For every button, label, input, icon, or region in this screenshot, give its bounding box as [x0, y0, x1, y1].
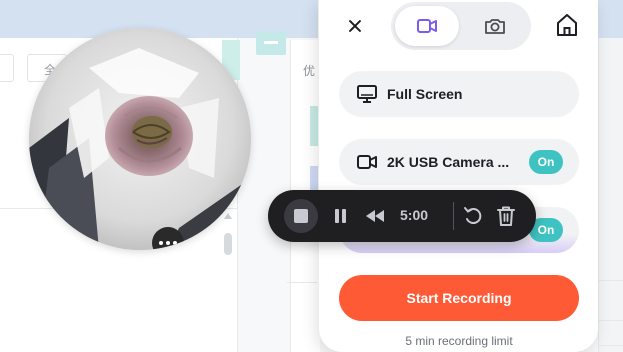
recording-limit-note: 5 min recording limit — [405, 334, 513, 348]
stop-icon — [294, 209, 308, 223]
recorder-panel: Full Screen 2K USB Camera ... On On Star… — [318, 0, 598, 352]
background-chip — [256, 31, 286, 55]
scroll-up-arrow-icon[interactable] — [224, 213, 232, 219]
screen-source-label: Full Screen — [387, 86, 463, 102]
ellipsis-icon — [159, 241, 163, 245]
rewind-icon[interactable] — [364, 206, 386, 226]
background-input[interactable] — [0, 54, 14, 82]
background-right-strip — [598, 38, 623, 352]
video-camera-icon — [417, 19, 437, 33]
trash-icon[interactable] — [495, 204, 517, 228]
background-divider — [598, 280, 623, 281]
background-scrollbar[interactable] — [224, 233, 232, 255]
background-column-header: 优 — [303, 64, 316, 78]
background-divider — [598, 320, 623, 321]
camera-source-label: 2K USB Camera ... — [387, 154, 510, 170]
photo-mode-button[interactable] — [463, 6, 527, 46]
ellipsis-icon — [173, 241, 177, 245]
start-recording-button[interactable]: Start Recording — [339, 275, 579, 321]
camera-toggle[interactable]: On — [529, 150, 563, 174]
webcam-feed-image — [29, 28, 251, 250]
screen-source-option[interactable]: Full Screen — [339, 71, 579, 117]
webcam-preview[interactable] — [29, 28, 251, 250]
background-divider — [598, 345, 623, 346]
recording-control-bar: 5:00 — [268, 190, 536, 242]
video-mode-button[interactable] — [395, 6, 459, 46]
close-icon[interactable] — [343, 14, 367, 38]
ellipsis-icon — [166, 241, 170, 245]
camera-source-option[interactable]: 2K USB Camera ... On — [339, 139, 579, 185]
capture-mode-toggle — [391, 2, 531, 50]
restart-icon[interactable] — [462, 205, 484, 227]
background-divider — [287, 282, 317, 283]
stop-button[interactable] — [284, 199, 318, 233]
home-icon[interactable] — [555, 12, 579, 38]
control-divider — [453, 202, 454, 230]
camera-icon — [485, 19, 505, 34]
video-camera-icon — [356, 152, 378, 172]
monitor-icon — [356, 84, 378, 104]
pause-icon[interactable] — [332, 206, 348, 226]
recording-timer: 5:00 — [400, 207, 429, 223]
